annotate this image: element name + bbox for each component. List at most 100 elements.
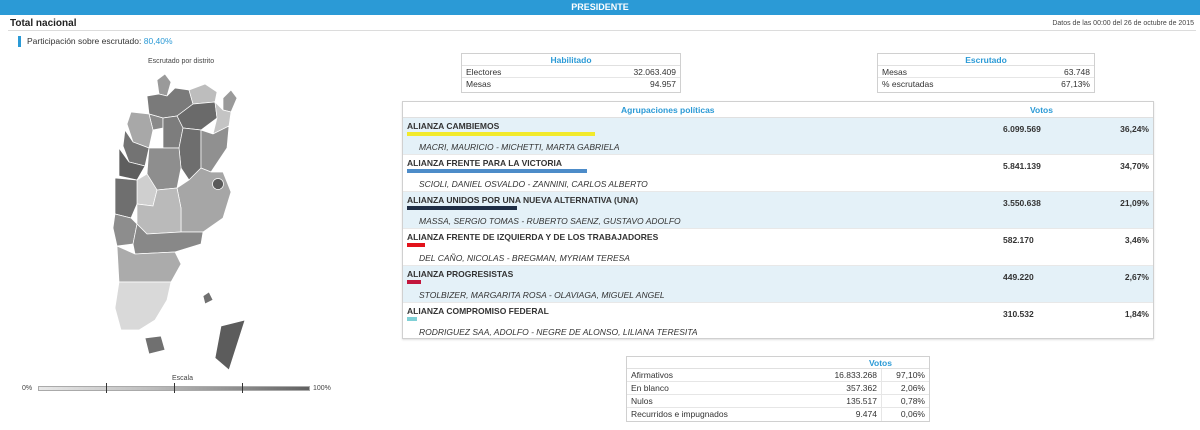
district-mendoza[interactable] [114,177,138,219]
party-name: ALIANZA CAMBIEMOS [407,121,500,131]
party-candidates: SCIOLI, DANIEL OSVALDO - ZANNINI, CARLOS… [419,179,648,189]
summary-votes: 16.833.268 [807,369,882,381]
participation-value: 80,40% [143,36,173,46]
summary-label: Nulos [631,396,653,406]
participation-marker [18,35,21,47]
party-votes: 3.550.638 [1003,198,1041,208]
party-name: ALIANZA PROGRESISTAS [407,269,514,279]
district-buenos-aires[interactable] [176,167,232,233]
escrutado-label: Mesas [882,67,908,77]
district-caba[interactable] [212,178,224,190]
section-title: Total nacional [10,18,77,29]
scale-title: Escala [172,375,194,382]
party-vote-bar [407,280,421,284]
participation-label: Participación sobre escrutado: 80,40% [27,36,173,46]
party-votes: 310.532 [1003,309,1034,319]
party-name: ALIANZA FRENTE PARA LA VICTORIA [407,158,563,168]
party-percentage: 34,70% [1120,161,1149,171]
participation-text: Participación sobre escrutado: [27,36,142,46]
summary-row: Afirmativos 16.833.268 97,10% [627,369,929,382]
escrutado-value: 63.748 [1064,67,1090,77]
party-name: ALIANZA FRENTE DE IZQUIERDA Y DE LOS TRA… [407,232,659,242]
party-name: ALIANZA COMPROMISO FEDERAL [407,306,549,316]
escrutado-box: Escrutado Mesas 63.748 % escrutadas 67,1… [877,53,1095,93]
vote-summary-table: Votos Afirmativos 16.833.268 97,10% En b… [626,356,930,422]
escrutado-heading: Escrutado [878,54,1094,66]
habilitado-heading: Habilitado [462,54,680,66]
scale-tick [106,383,107,393]
results-table: Agrupaciones políticas Votos ALIANZA CAM… [402,101,1154,340]
summary-label: Recurridos e impugnados [631,409,728,419]
col-votes-header: Votos [1030,105,1053,115]
habilitado-label: Electores [466,67,502,77]
party-votes: 582.170 [1003,235,1034,245]
party-candidates: RODRIGUEZ SAA, ADOLFO - NEGRE DE ALONSO,… [419,327,698,337]
party-percentage: 21,09% [1120,198,1149,208]
summary-label: Afirmativos [631,370,674,380]
party-candidates: DEL CAÑO, NICOLAS - BREGMAN, MYRIAM TERE… [419,253,630,263]
party-percentage: 1,84% [1124,309,1149,319]
party-row[interactable]: ALIANZA UNIDOS POR UNA NUEVA ALTERNATIVA… [403,192,1153,229]
district-entre-rios[interactable] [200,125,230,173]
summary-pct: 0,78% [900,396,925,406]
party-row[interactable]: ALIANZA FRENTE PARA LA VICTORIA SCIOLI, D… [403,155,1153,192]
scale-min-label: 0% [22,385,33,392]
habilitado-value: 32.063.409 [633,67,676,77]
summary-pct: 2,06% [900,383,925,393]
habilitado-row: Electores 32.063.409 [462,66,680,78]
district-antartida[interactable] [214,319,246,371]
map-title: Escrutado por distrito [148,58,215,65]
summary-heading: Votos [869,358,892,368]
party-vote-bar [407,206,517,210]
district-tierra-del-fuego[interactable] [144,335,166,355]
district-jujuy[interactable] [156,73,172,97]
habilitado-label: Mesas [466,79,492,89]
summary-pct: 97,10% [896,370,925,380]
party-votes: 449.220 [1003,272,1034,282]
scale-tick [242,383,243,393]
party-row[interactable]: ALIANZA PROGRESISTAS STOLBIZER, MARGARITA… [403,266,1153,303]
party-percentage: 3,46% [1124,235,1149,245]
district-malvinas[interactable] [202,291,214,305]
party-row[interactable]: ALIANZA FRENTE DE IZQUIERDA Y DE LOS TRA… [403,229,1153,266]
district-misiones[interactable] [222,89,238,113]
habilitado-box: Habilitado Electores 32.063.409 Mesas 94… [461,53,681,93]
summary-votes: 135.517 [807,395,882,407]
party-vote-bar [407,243,425,247]
results-header: Agrupaciones políticas Votos [403,102,1153,118]
summary-label: En blanco [631,383,669,393]
summary-header: Votos [627,357,929,369]
party-list: ALIANZA CAMBIEMOS MACRI, MAURICIO - MICHE… [403,118,1153,340]
party-row[interactable]: ALIANZA CAMBIEMOS MACRI, MAURICIO - MICHE… [403,118,1153,155]
election-title: PRESIDENTE [571,2,629,12]
escrutado-label: % escrutadas [882,79,934,89]
party-name: ALIANZA UNIDOS POR UNA NUEVA ALTERNATIVA… [407,195,639,205]
district-map [112,73,246,371]
party-percentage: 2,67% [1124,272,1149,282]
participation-indicator: Participación sobre escrutado: 80,40% [18,35,173,47]
habilitado-row: Mesas 94.957 [462,78,680,90]
data-timestamp: Datos de las 00:00 del 26 de octubre de … [1052,20,1194,27]
party-vote-bar [407,132,595,136]
escrutado-row: % escrutadas 67,13% [878,78,1094,90]
summary-votes: 357.362 [807,382,882,394]
summary-row: En blanco 357.362 2,06% [627,382,929,395]
scale-max-label: 100% [313,385,331,392]
party-votes: 5.841.139 [1003,161,1041,171]
party-candidates: MACRI, MAURICIO - MICHETTI, MARTA GABRIE… [419,142,620,152]
party-vote-bar [407,169,587,173]
scale-tick [174,383,175,393]
page-header-bar: PRESIDENTE [0,0,1200,15]
district-formosa[interactable] [188,83,218,105]
party-percentage: 36,24% [1120,124,1149,134]
summary-row: Nulos 135.517 0,78% [627,395,929,408]
habilitado-value: 94.957 [650,79,676,89]
divider [8,30,1196,31]
party-candidates: MASSA, SERGIO TOMAS - RUBERTO SAENZ, GUS… [419,216,681,226]
summary-votes: 9.474 [807,408,882,421]
col-party-header: Agrupaciones políticas [621,105,715,115]
summary-row: Recurridos e impugnados 9.474 0,06% [627,408,929,421]
party-row[interactable]: ALIANZA COMPROMISO FEDERAL RODRIGUEZ SAA,… [403,303,1153,340]
district-santa-cruz[interactable] [114,281,172,331]
escrutado-row: Mesas 63.748 [878,66,1094,78]
